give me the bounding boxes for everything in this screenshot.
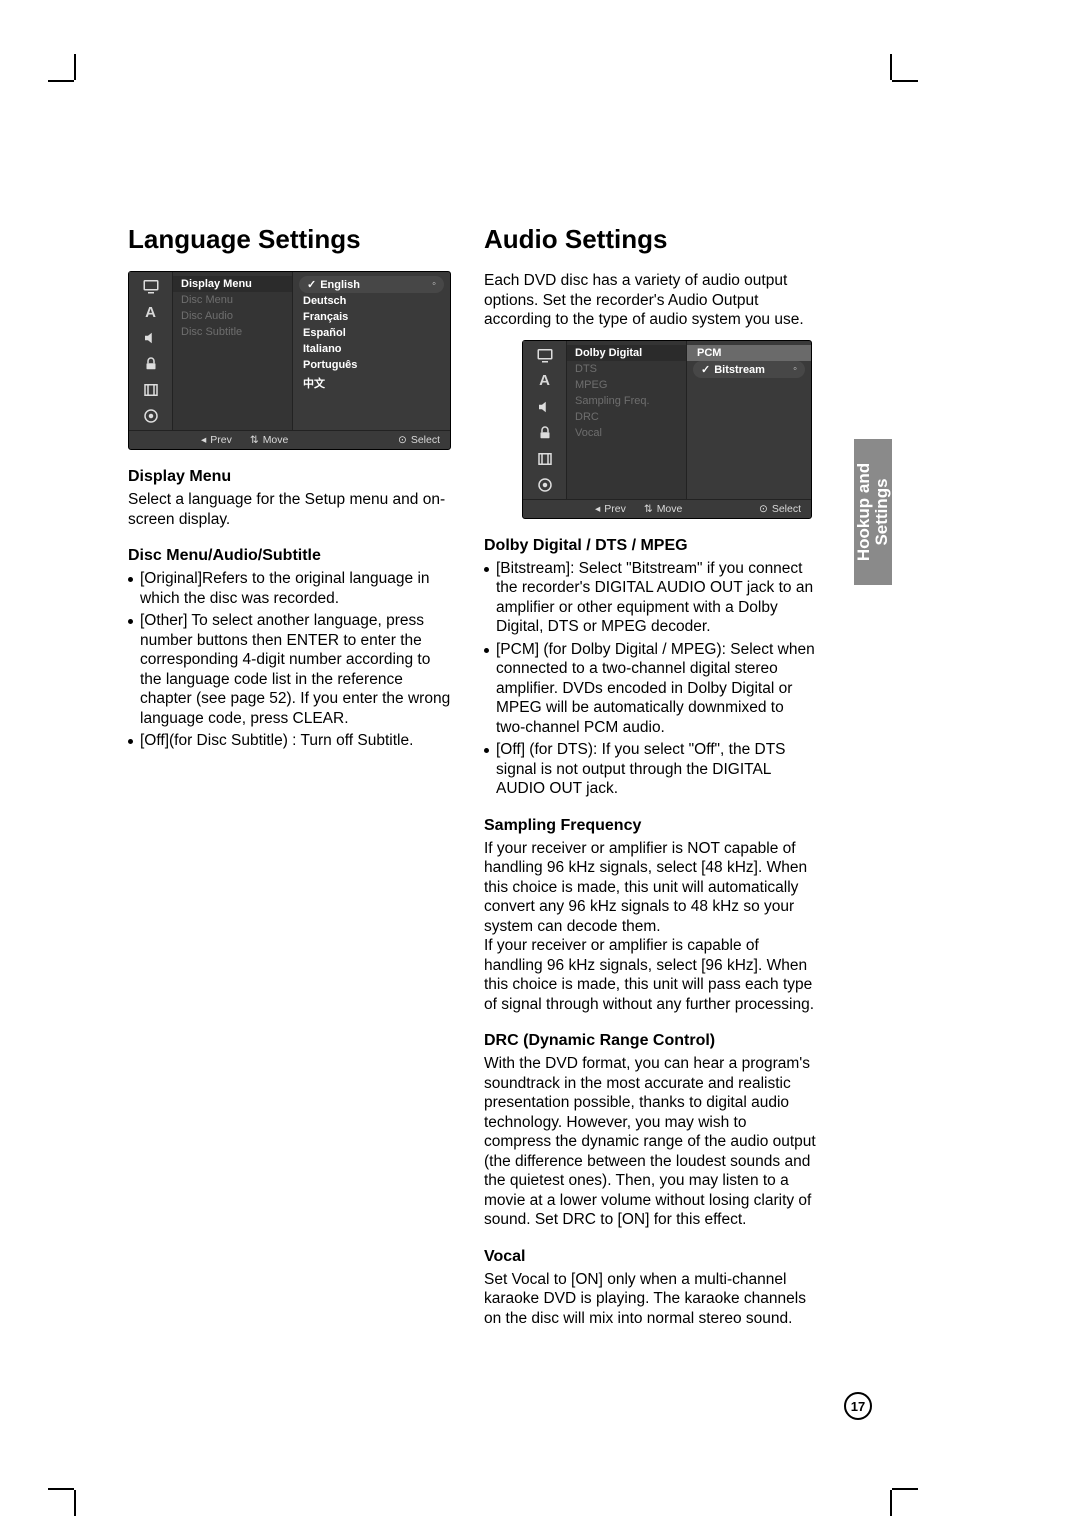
speaker-icon [532,397,558,417]
right-sections: Dolby Digital / DTS / MPEG [Bitstream]: S… [484,537,816,1329]
film-icon [532,449,558,469]
osd-option: Português [293,357,450,373]
osd-option: Español [293,325,450,341]
osd-move: ⇅Move [250,434,289,446]
osd-menu-item: Disc Audio [173,308,292,324]
right-intro: Each DVD disc has a variety of audio out… [484,271,816,330]
section-heading: DRC (Dynamic Range Control) [484,1032,816,1050]
list-item: [Off] (for DTS): If you select "Off", th… [484,740,816,799]
osd-footer: ◂Prev ⇅Move ⊙Select [129,430,450,449]
osd-menu-list: Display MenuDisc MenuDisc AudioDisc Subt… [173,272,293,430]
list-item: [Off](for Disc Subtitle) : Turn off Subt… [128,731,456,751]
crop-mark [74,1464,100,1490]
crop-mark [74,80,100,106]
left-sections: Display Menu Select a language for the Se… [128,468,456,751]
section-tab-line2: Settings [872,478,891,545]
crop-mark [866,1464,892,1490]
section-heading: Sampling Frequency [484,817,816,835]
osd-menu-item: Dolby Digital [567,345,686,361]
section-heading: Vocal [484,1248,816,1266]
list-item: [Bitstream]: Select "Bitstream" if you c… [484,559,816,637]
tv-icon [532,345,558,365]
list-item: [Other] To select another language, pres… [128,611,456,728]
film-icon [138,380,164,400]
osd-option: Italiano [293,341,450,357]
osd-select: ⊙Select [398,434,440,446]
crop-mark [866,80,892,106]
left-column: Language Settings A Display MenuDisc Men… [128,224,456,1328]
osd-audio: A Dolby DigitalDTSMPEGSampling Freq.DRCV… [522,340,812,519]
list-item: [PCM] (for Dolby Digital / MPEG): Select… [484,640,816,738]
osd-option: Français [293,309,450,325]
osd-option: Deutsch [293,293,450,309]
language-a-icon: A [532,371,558,391]
osd-menu-item: Disc Menu [173,292,292,308]
osd-menu-item: Display Menu [173,276,292,292]
section-paragraph: Select a language for the Setup menu and… [128,490,456,529]
osd-menu-item: DTS [567,361,686,377]
osd-option: Bitstream◦ [693,361,805,378]
disc-icon [532,475,558,495]
osd-select: ⊙Select [759,503,801,515]
section-tab-line1: Hookup and [854,463,873,561]
speaker-icon [138,328,164,348]
lock-icon [138,354,164,374]
section-paragraph: With the DVD format, you can hear a prog… [484,1054,816,1230]
osd-move: ⇅Move [644,503,683,515]
osd-option-list: English◦DeutschFrançaisEspañolItalianoPo… [293,272,450,430]
page-body: Language Settings A Display MenuDisc Men… [128,224,816,1328]
page-number: 17 [844,1392,872,1420]
osd-option: English◦ [299,276,444,293]
osd-option-header: PCM [687,345,811,361]
osd-language: A Display MenuDisc MenuDisc AudioDisc Su… [128,271,451,450]
osd-menu-item: DRC [567,409,686,425]
language-a-icon: A [138,302,164,322]
section-paragraph: If your receiver or amplifier is NOT cap… [484,839,816,937]
osd-menu-item: MPEG [567,377,686,393]
osd-menu-item: Sampling Freq. [567,393,686,409]
osd-menu-item: Disc Subtitle [173,324,292,340]
osd-option-list: PCMBitstream◦ [687,341,811,499]
section-list: [Bitstream]: Select "Bitstream" if you c… [484,559,816,799]
osd-menu-item: Vocal [567,425,686,441]
osd-prev: ◂Prev [201,434,232,446]
tv-icon [138,276,164,296]
osd-footer: ◂Prev ⇅Move ⊙Select [523,499,811,518]
right-column: Audio Settings Each DVD disc has a varie… [484,224,816,1328]
osd-prev: ◂Prev [595,503,626,515]
section-list: [Original]Refers to the original languag… [128,569,456,751]
osd-icon-strip: A [129,272,173,430]
section-paragraph: If your receiver or amplifier is capable… [484,936,816,1014]
disc-icon [138,406,164,426]
section-tab: Hookup and Settings [854,439,892,585]
section-heading: Disc Menu/Audio/Subtitle [128,547,456,565]
osd-icon-strip: A [523,341,567,499]
lock-icon [532,423,558,443]
section-heading: Display Menu [128,468,456,486]
osd-option: 中文 [293,373,450,393]
section-heading: Dolby Digital / DTS / MPEG [484,537,816,555]
section-paragraph: Set Vocal to [ON] only when a multi-chan… [484,1270,816,1329]
osd-menu-list: Dolby DigitalDTSMPEGSampling Freq.DRCVoc… [567,341,687,499]
left-title: Language Settings [128,224,456,255]
list-item: [Original]Refers to the original languag… [128,569,456,608]
right-title: Audio Settings [484,224,816,255]
